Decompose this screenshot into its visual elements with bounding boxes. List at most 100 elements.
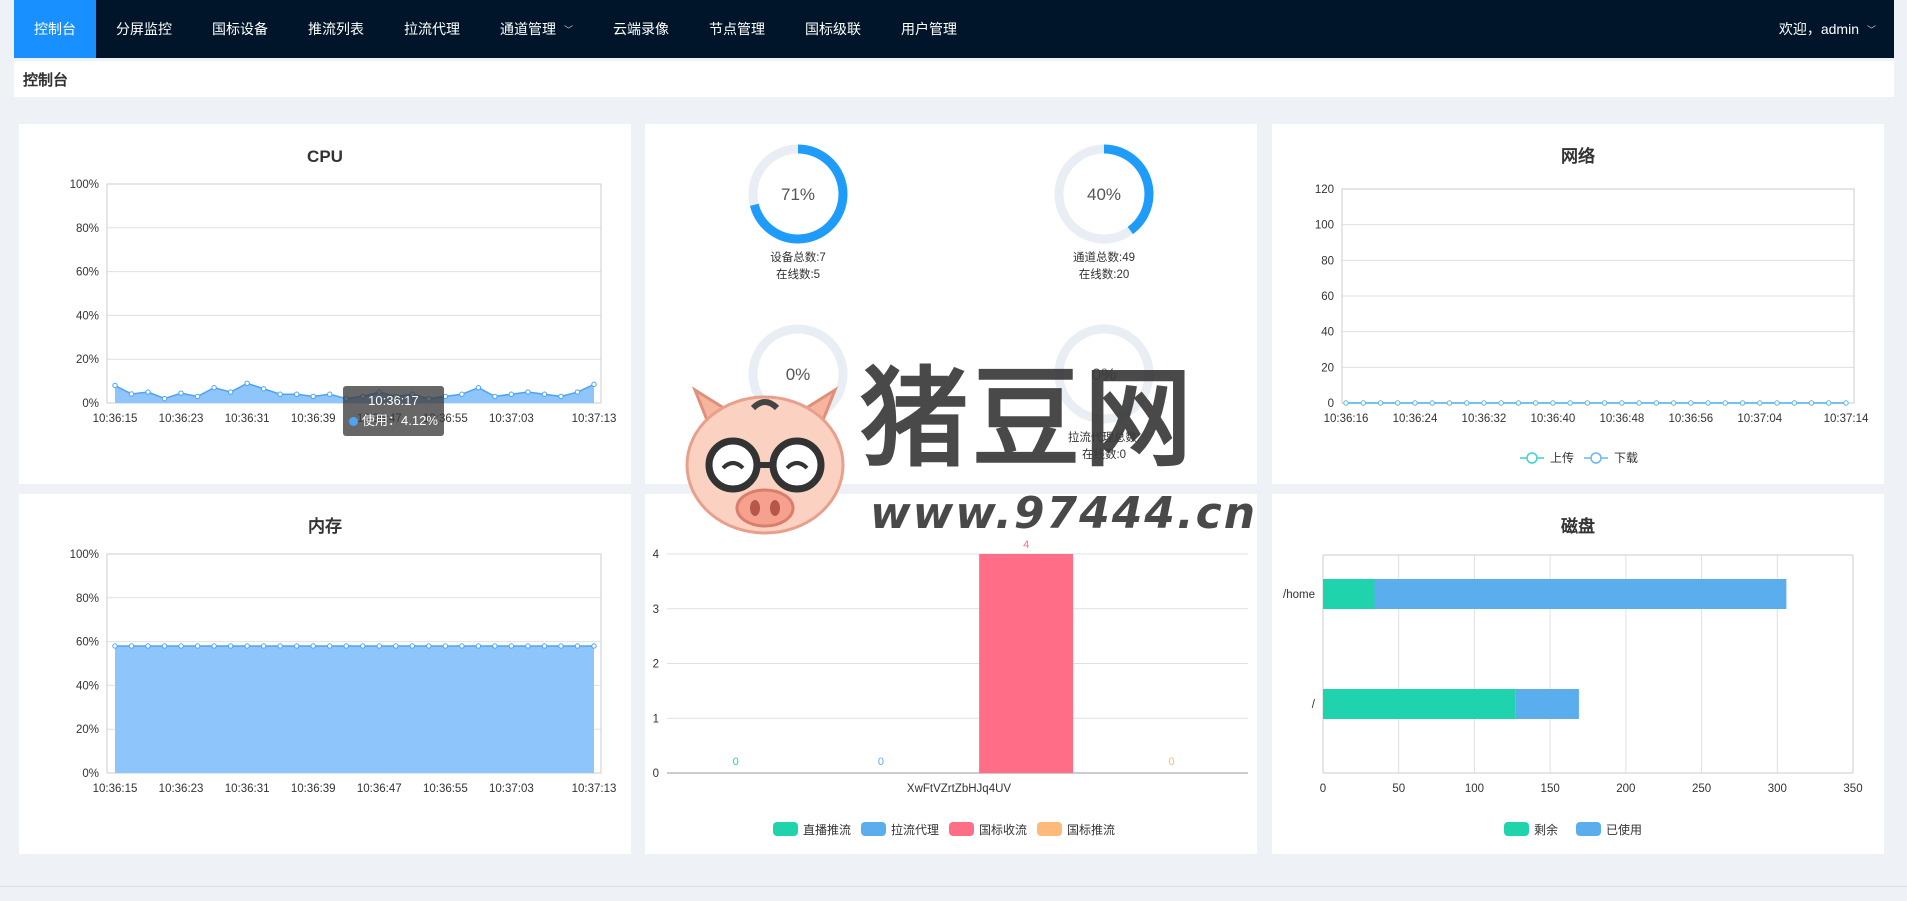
data-point[interactable] xyxy=(508,391,515,397)
data-point[interactable] xyxy=(1515,400,1522,406)
data-point[interactable] xyxy=(128,643,135,649)
data-point[interactable] xyxy=(492,393,498,400)
data-point[interactable] xyxy=(541,643,548,649)
data-point[interactable] xyxy=(260,386,267,392)
stream-bar[interactable] xyxy=(979,554,1074,773)
data-point[interactable] xyxy=(1412,400,1418,406)
data-point[interactable] xyxy=(161,395,168,402)
data-point[interactable] xyxy=(459,643,465,649)
data-point[interactable] xyxy=(426,643,432,649)
data-point[interactable] xyxy=(310,393,316,400)
data-point[interactable] xyxy=(178,643,184,649)
data-point[interactable] xyxy=(1826,400,1832,406)
data-point[interactable] xyxy=(1377,400,1384,406)
data-point[interactable] xyxy=(1791,400,1797,406)
data-point[interactable] xyxy=(1550,400,1556,406)
data-point[interactable] xyxy=(1653,400,1660,406)
data-point[interactable] xyxy=(194,643,201,649)
data-point[interactable] xyxy=(145,389,151,395)
data-point[interactable] xyxy=(178,390,184,396)
network-panel: 网络 0 20 40 60 80 100 120 10:36:16 10:36:24 10:36:3… xyxy=(1272,124,1884,484)
data-point[interactable] xyxy=(128,391,135,397)
data-point[interactable] xyxy=(574,643,581,649)
nav-cloud-record[interactable]: 云端录像 xyxy=(593,0,689,58)
data-point[interactable] xyxy=(1532,400,1539,406)
disk-bar-segment[interactable] xyxy=(1374,579,1787,609)
data-point[interactable] xyxy=(112,643,118,649)
data-point[interactable] xyxy=(1463,400,1470,406)
nav-dashboard[interactable]: 控制台 xyxy=(14,0,96,58)
data-point[interactable] xyxy=(1360,400,1366,406)
data-point[interactable] xyxy=(1567,400,1573,406)
data-point[interactable] xyxy=(393,643,399,649)
data-point[interactable] xyxy=(525,389,531,395)
data-point[interactable] xyxy=(1343,400,1349,406)
data-point[interactable] xyxy=(1774,400,1780,406)
nav-pull-proxy[interactable]: 拉流代理 xyxy=(384,0,480,58)
data-point[interactable] xyxy=(1636,400,1642,406)
nav-gb-cascade[interactable]: 国标级联 xyxy=(785,0,881,58)
data-point[interactable] xyxy=(327,391,333,397)
data-point[interactable] xyxy=(293,391,300,397)
data-point[interactable] xyxy=(558,643,564,649)
data-point[interactable] xyxy=(145,643,151,649)
data-point[interactable] xyxy=(327,643,333,649)
data-point[interactable] xyxy=(1601,400,1608,406)
data-point[interactable] xyxy=(260,643,267,649)
data-point[interactable] xyxy=(492,643,498,649)
data-point[interactable] xyxy=(1619,400,1625,406)
data-point[interactable] xyxy=(475,643,482,649)
data-point[interactable] xyxy=(360,643,366,649)
data-point[interactable] xyxy=(591,381,597,388)
data-point[interactable] xyxy=(508,643,515,649)
data-point[interactable] xyxy=(1446,400,1453,406)
data-point[interactable] xyxy=(1670,400,1677,406)
nav-channel-manage[interactable]: 通道管理 ﹀ xyxy=(480,0,593,58)
data-point[interactable] xyxy=(1705,400,1711,406)
nav-gb-devices[interactable]: 国标设备 xyxy=(192,0,288,58)
disk-bar-segment[interactable] xyxy=(1515,689,1579,719)
data-point[interactable] xyxy=(161,643,168,649)
data-point[interactable] xyxy=(1498,400,1504,406)
data-point[interactable] xyxy=(211,643,217,649)
data-point[interactable] xyxy=(1688,400,1694,406)
data-point[interactable] xyxy=(376,643,382,649)
nav-user-manage[interactable]: 用户管理 xyxy=(881,0,977,58)
data-point[interactable] xyxy=(459,391,465,397)
data-point[interactable] xyxy=(591,643,597,649)
data-point[interactable] xyxy=(277,391,283,397)
data-point[interactable] xyxy=(1395,400,1401,406)
data-point[interactable] xyxy=(409,643,416,649)
data-point[interactable] xyxy=(1722,400,1729,406)
nav-push-list[interactable]: 推流列表 xyxy=(288,0,384,58)
data-point[interactable] xyxy=(112,382,118,389)
data-point[interactable] xyxy=(1739,400,1746,406)
data-point[interactable] xyxy=(1757,400,1763,406)
data-point[interactable] xyxy=(227,643,234,649)
nav-node-manage[interactable]: 节点管理 xyxy=(689,0,785,58)
data-point[interactable] xyxy=(525,643,531,649)
data-point[interactable] xyxy=(1843,400,1849,406)
user-menu[interactable]: 欢迎，admin ﹀ xyxy=(1759,0,1894,58)
data-point[interactable] xyxy=(310,643,316,649)
data-point[interactable] xyxy=(1481,400,1487,406)
data-point[interactable] xyxy=(227,389,234,395)
data-point[interactable] xyxy=(244,643,250,649)
data-point[interactable] xyxy=(293,643,300,649)
disk-bar-segment[interactable] xyxy=(1323,579,1375,609)
data-point[interactable] xyxy=(244,380,250,386)
data-point[interactable] xyxy=(1429,400,1435,406)
data-point[interactable] xyxy=(574,389,581,395)
data-point[interactable] xyxy=(442,643,449,649)
data-point[interactable] xyxy=(1584,400,1591,406)
disk-bar-segment[interactable] xyxy=(1323,689,1516,719)
data-point[interactable] xyxy=(343,643,349,649)
data-point[interactable] xyxy=(194,393,201,400)
data-point[interactable] xyxy=(558,393,564,400)
nav-split-screen[interactable]: 分屏监控 xyxy=(96,0,192,58)
data-point[interactable] xyxy=(475,384,482,391)
data-point[interactable] xyxy=(211,384,217,391)
data-point[interactable] xyxy=(277,643,283,649)
data-point[interactable] xyxy=(1808,400,1815,406)
data-point[interactable] xyxy=(541,391,548,397)
